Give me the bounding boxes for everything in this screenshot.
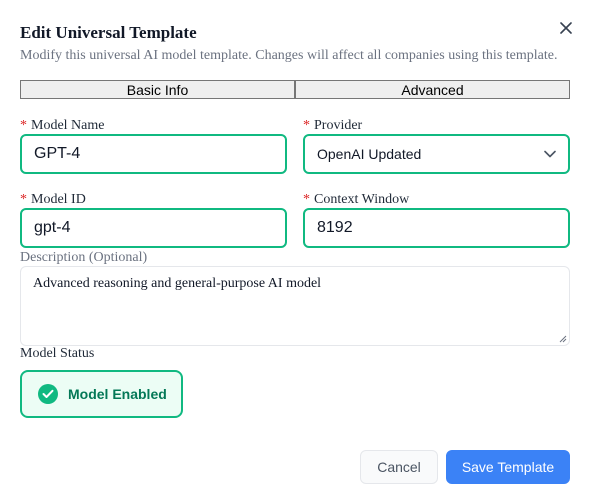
dialog-title: Edit Universal Template (20, 23, 197, 42)
required-marker: * (20, 118, 27, 133)
model-name-value: GPT-4 (34, 145, 81, 162)
provider-select[interactable]: OpenAI Updated (303, 134, 570, 174)
model-name-label-text: Model Name (31, 118, 105, 133)
description-value: Advanced reasoning and general-purpose A… (33, 276, 322, 291)
model-status-toggle-label: Model Enabled (68, 386, 167, 402)
model-id-input[interactable]: gpt-4 (20, 208, 287, 248)
required-marker: * (20, 192, 27, 207)
model-status-label: Model Status (20, 346, 95, 361)
tab-basic-info[interactable]: Basic Info (20, 80, 295, 99)
provider-label: * Provider (303, 118, 362, 134)
context-window-input[interactable]: 8192 (303, 208, 570, 248)
context-window-label-text: Context Window (314, 192, 410, 207)
model-id-label-text: Model ID (31, 192, 86, 207)
resize-grip-icon[interactable] (559, 335, 567, 343)
model-name-input[interactable]: GPT-4 (20, 134, 287, 174)
edit-template-dialog: Edit Universal Template Modify this univ… (0, 0, 591, 501)
context-window-label: * Context Window (303, 192, 409, 208)
description-textarea[interactable]: Advanced reasoning and general-purpose A… (20, 266, 570, 346)
provider-label-text: Provider (314, 118, 363, 133)
tab-advanced[interactable]: Advanced (295, 80, 570, 99)
provider-value: OpenAI Updated (317, 146, 422, 162)
model-id-value: gpt-4 (34, 219, 71, 236)
required-marker: * (303, 118, 310, 133)
dialog-subtitle: Modify this universal AI model template.… (20, 48, 558, 63)
model-status-toggle[interactable]: Model Enabled (20, 370, 183, 418)
required-marker: * (303, 192, 310, 207)
save-template-button[interactable]: Save Template (446, 450, 570, 484)
cancel-button[interactable]: Cancel (360, 450, 438, 484)
close-button[interactable] (555, 17, 577, 39)
check-circle-icon (38, 384, 58, 404)
close-icon (560, 22, 572, 34)
model-name-label: * Model Name (20, 118, 104, 134)
model-id-label: * Model ID (20, 192, 86, 208)
description-label: Description (Optional) (20, 250, 148, 265)
context-window-value: 8192 (317, 219, 353, 236)
chevron-down-icon (544, 150, 556, 158)
